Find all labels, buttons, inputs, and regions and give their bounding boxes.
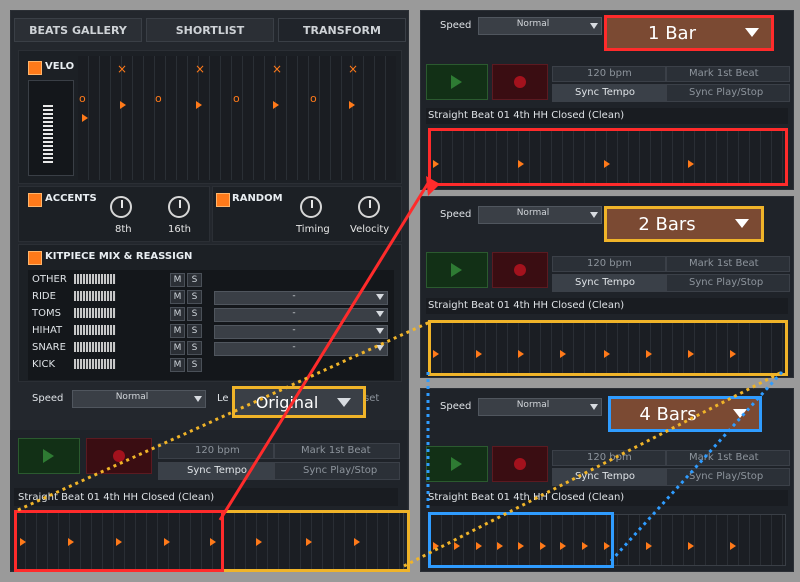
- annotation-overlay: [17, 176, 784, 568]
- red-connector: [218, 179, 432, 521]
- yellow-connector-1: [17, 320, 431, 512]
- red-connector-arrowhead: [426, 176, 440, 196]
- blue-connector-2: [608, 370, 784, 564]
- yellow-connector-2: [403, 370, 783, 568]
